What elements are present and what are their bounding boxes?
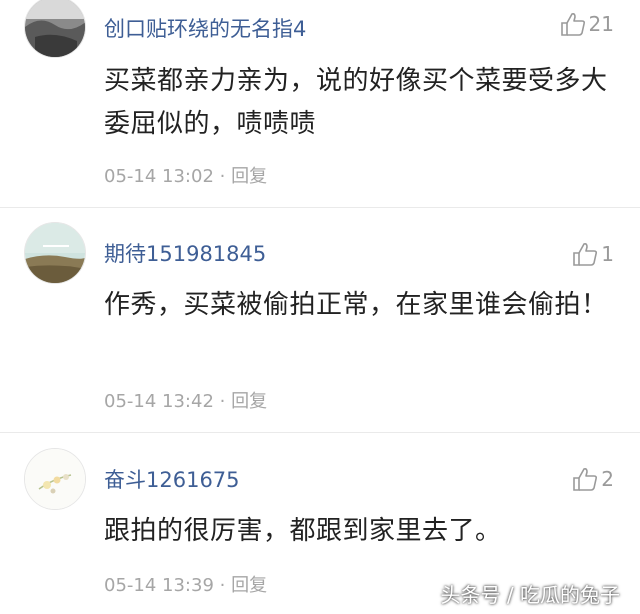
like-count: 21 (588, 12, 614, 36)
divider (0, 432, 640, 433)
comment-text: 作秀，买菜被偷拍正常，在家里谁会偷拍！ (104, 290, 608, 320)
reply-button[interactable]: 回复 (231, 391, 267, 412)
meta-separator: · (213, 391, 232, 412)
flower-photo-avatar-icon (25, 449, 85, 509)
comment-text: 买菜都亲力亲为，说的好像买个菜要受多大委屈似的，啧啧啧 (104, 66, 608, 139)
like-button[interactable]: 1 (571, 240, 614, 268)
comment-username[interactable]: 期待151981845 (104, 238, 266, 268)
comment-username[interactable]: 创口贴环绕的无名指4 (104, 13, 306, 43)
comment-text: 跟拍的很厉害，都跟到家里去了。 (104, 516, 502, 546)
comment-time: 05-14 13:39 (104, 575, 214, 596)
landscape-photo-avatar-icon (25, 223, 85, 283)
divider (0, 207, 640, 208)
comment-meta: 05-14 13:42 · 回复 (104, 387, 267, 413)
like-count: 1 (601, 242, 614, 266)
thumbs-up-icon (573, 243, 598, 266)
avatar[interactable] (24, 448, 86, 510)
like-button[interactable]: 2 (571, 465, 614, 493)
comment-time: 05-14 13:42 (104, 391, 214, 412)
thumbs-up-icon (560, 13, 585, 36)
comment-meta: 05-14 13:02 · 回复 (104, 162, 267, 188)
meta-separator: · (213, 575, 232, 596)
thumbs-up-icon (573, 468, 598, 491)
reply-button[interactable]: 回复 (231, 575, 267, 596)
avatar[interactable] (24, 0, 86, 58)
reply-button[interactable]: 回复 (231, 166, 267, 187)
like-button[interactable]: 21 (559, 10, 614, 38)
comment-meta: 05-14 13:39 · 回复 (104, 571, 267, 597)
comment-time: 05-14 13:02 (104, 166, 214, 187)
meta-separator: · (213, 166, 232, 187)
grayscale-photo-avatar-icon (25, 0, 85, 57)
like-count: 2 (601, 467, 614, 491)
watermark: 头条号 / 吃瓜的兔子 (440, 583, 620, 607)
comment-username[interactable]: 奋斗1261675 (104, 464, 240, 494)
avatar[interactable] (24, 222, 86, 284)
